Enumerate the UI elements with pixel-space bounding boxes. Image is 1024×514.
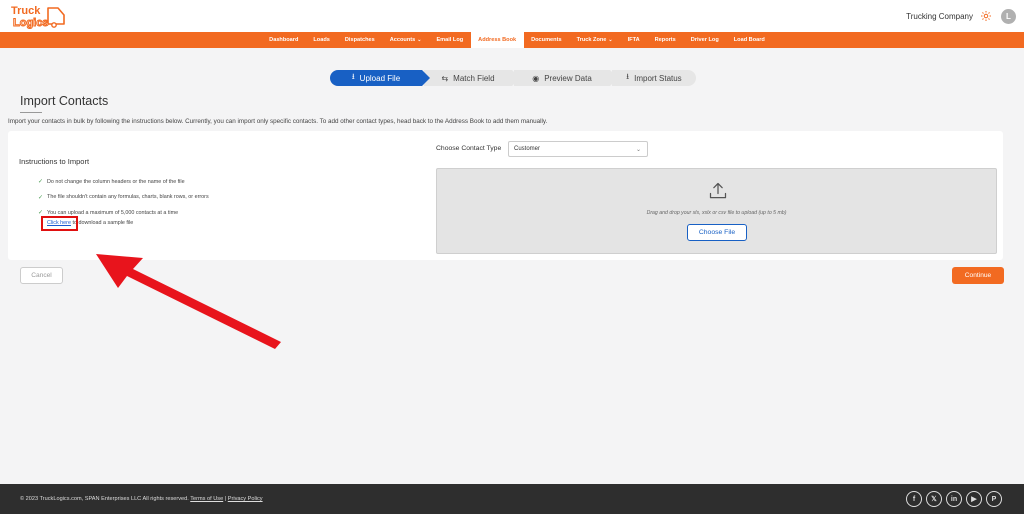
step-preview-data[interactable]: ◉ Preview Data [514, 70, 618, 86]
nav-item-truck-zone[interactable]: Truck Zone ⌄ [569, 32, 620, 48]
step-label: Upload File [359, 73, 401, 83]
nav-item-load-board[interactable]: Load Board [726, 32, 772, 48]
contact-type-label: Choose Contact Type [436, 145, 502, 152]
title-underline [20, 112, 42, 113]
nav-item-reports[interactable]: Reports [647, 32, 683, 48]
instructions-title: Instructions to Import [19, 157, 90, 166]
contact-type-value: Customer [514, 146, 541, 152]
logo-line2: Logics [13, 17, 48, 29]
nav-item-documents[interactable]: Documents [524, 32, 569, 48]
terms-link[interactable]: Terms of Use [190, 496, 223, 502]
pinterest-icon[interactable]: P [986, 491, 1002, 507]
nav-item-accounts[interactable]: Accounts ⌄ [382, 32, 429, 48]
chevron-down-icon: ⌄ [635, 146, 641, 153]
nav-item-loads[interactable]: Loads [306, 32, 337, 48]
step-label: Preview Data [544, 73, 592, 83]
file-dropzone[interactable]: Drag and drop your xls, xslx or csv file… [436, 168, 997, 254]
main-nav: Dashboard Loads Dispatches Accounts ⌄ Email L… [0, 32, 1024, 48]
page-description: Import your contacts in bulk by followin… [8, 118, 548, 125]
nav-item-ifta[interactable]: IFTA [620, 32, 647, 48]
match-icon: ⇆ [441, 73, 449, 83]
step-label: Match Field [453, 73, 495, 83]
trucklogics-logo[interactable]: Truck Logics [10, 2, 66, 30]
step-upload-file[interactable]: ⭳ Upload File [330, 70, 430, 86]
top-header: Truck Logics Trucking Company L [0, 0, 1024, 32]
upload-icon: ⭳ [351, 72, 355, 81]
youtube-icon[interactable]: ▶ [966, 491, 982, 507]
privacy-link[interactable]: Privacy Policy [228, 496, 263, 502]
nav-item-address-book[interactable]: Address Book [470, 32, 524, 48]
cancel-button[interactable]: Cancel [20, 267, 63, 284]
step-label: Import Status [634, 73, 682, 83]
chevron-down-icon: ⌄ [608, 37, 613, 43]
gear-icon[interactable] [979, 9, 993, 23]
annotation-highlight-box [41, 216, 78, 231]
nav-item-dashboard[interactable]: Dashboard [262, 32, 306, 48]
x-icon[interactable]: 𝕏 [926, 491, 942, 507]
page-title: Import Contacts [20, 94, 109, 108]
sample-text: to download a sample file [70, 220, 134, 226]
dropzone-text: Drag and drop your xls, xslx or csv file… [646, 210, 787, 216]
instructions-list: ✓ Do not change the column headers or the… [38, 174, 209, 221]
avatar[interactable]: L [1001, 8, 1016, 24]
company-name[interactable]: Trucking Company [906, 12, 973, 21]
footer-copyright: © 2023 TruckLogics.com, SPAN Enterprises… [20, 496, 263, 502]
choose-file-button[interactable]: Choose File [687, 224, 747, 241]
list-item: ✓ The file shouldn't contain any formulas… [38, 194, 209, 201]
upload-icon [708, 181, 728, 206]
footer: © 2023 TruckLogics.com, SPAN Enterprises… [0, 484, 1024, 514]
eye-icon: ◉ [532, 73, 540, 83]
linkedin-icon[interactable]: in [946, 491, 962, 507]
facebook-icon[interactable]: f [906, 491, 922, 507]
logo-line1: Truck [11, 5, 41, 17]
step-match-field[interactable]: ⇆ Match Field [424, 70, 520, 86]
list-item: ✓ Do not change the column headers or the… [38, 178, 185, 186]
contact-type-select[interactable]: Customer ⌄ [508, 141, 648, 157]
nav-item-dispatches[interactable]: Dispatches [337, 32, 382, 48]
social-links: f 𝕏 in ▶ P [906, 491, 1002, 507]
chevron-down-icon: ⌄ [417, 37, 422, 43]
continue-button[interactable]: Continue [952, 267, 1004, 284]
check-icon: ✓ [38, 194, 44, 201]
step-import-status[interactable]: ⭳ Import Status [612, 70, 696, 86]
nav-item-driver-log[interactable]: Driver Log [683, 32, 726, 48]
nav-item-email-log[interactable]: Email Log [429, 32, 471, 48]
check-icon: ✓ [38, 179, 44, 186]
import-stepper: ⭳ Upload File ⇆ Match Field ◉ Preview Da… [330, 70, 696, 86]
import-icon: ⭳ [626, 72, 630, 81]
